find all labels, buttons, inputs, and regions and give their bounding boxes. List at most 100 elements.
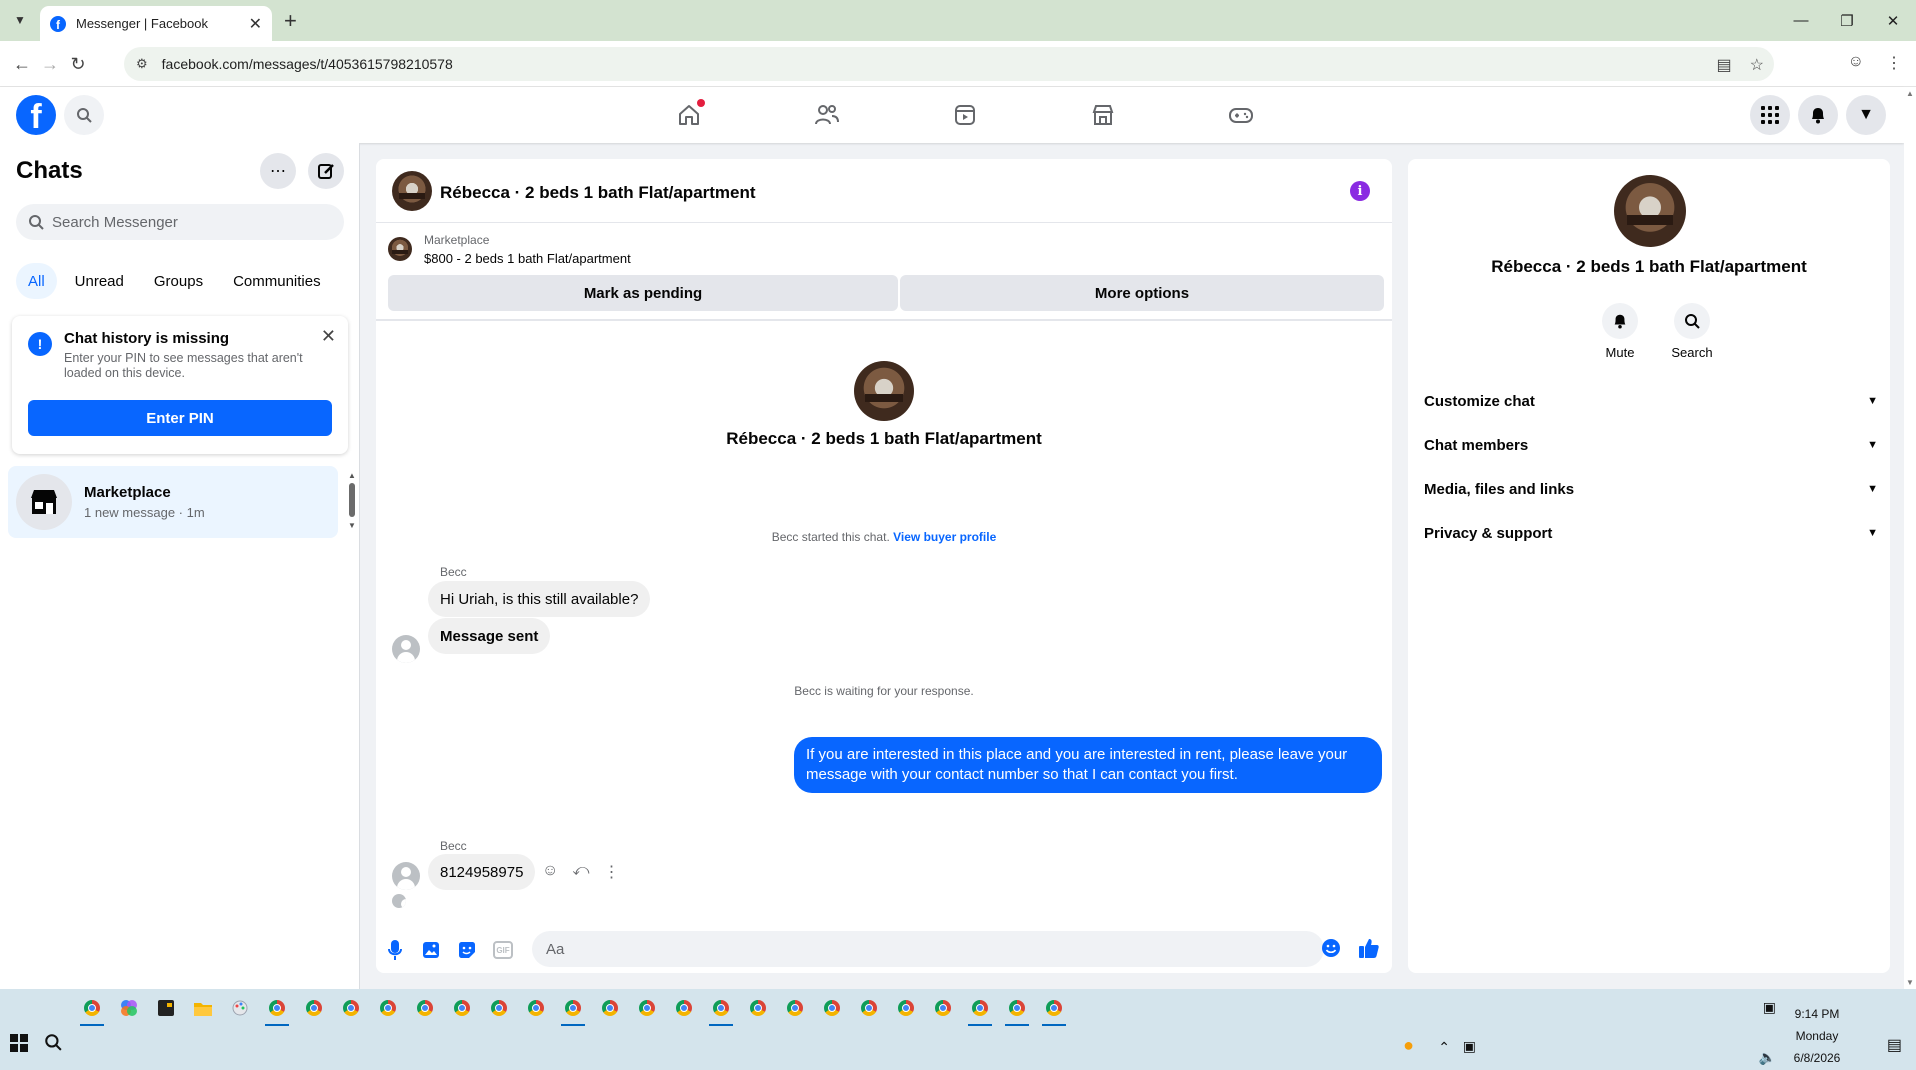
chrome-taskbar-icon[interactable]: [78, 993, 106, 1026]
marketplace-icon[interactable]: [1034, 87, 1172, 143]
chrome-taskbar-icon[interactable]: [559, 993, 587, 1026]
back-icon[interactable]: ←: [10, 52, 34, 76]
chrome-taskbar-icon[interactable]: [337, 993, 365, 1023]
paint-taskbar-icon[interactable]: [226, 993, 254, 1023]
mute-button[interactable]: Mute: [1590, 303, 1650, 360]
chrome-taskbar-icon[interactable]: [485, 993, 513, 1023]
more-actions-icon[interactable]: ⋮: [603, 862, 619, 882]
account-dropdown-icon[interactable]: ▼: [1846, 95, 1886, 135]
bookmark-star-icon[interactable]: ☆: [1750, 55, 1764, 75]
chrome-taskbar-icon[interactable]: [633, 993, 661, 1023]
weather-icon[interactable]: ●: [1403, 1035, 1414, 1056]
gif-icon[interactable]: GIF: [492, 939, 514, 961]
filter-groups[interactable]: Groups: [142, 263, 215, 299]
chrome-taskbar-icon[interactable]: [707, 993, 735, 1026]
gaming-icon[interactable]: [1172, 87, 1310, 143]
scroll-thumb[interactable]: [349, 483, 355, 517]
chrome-taskbar-icon[interactable]: [818, 993, 846, 1023]
home-icon[interactable]: [620, 87, 758, 143]
sender-avatar-icon[interactable]: [392, 862, 420, 890]
chrome-taskbar-icon[interactable]: [929, 993, 957, 1023]
sender-avatar-icon[interactable]: [392, 635, 420, 663]
listing-thumbnail[interactable]: [388, 237, 412, 261]
search-in-chat-button[interactable]: Search: [1662, 303, 1722, 360]
chrome-taskbar-icon[interactable]: [522, 993, 550, 1023]
chrome-taskbar-icon[interactable]: [892, 993, 920, 1023]
friends-icon[interactable]: [758, 87, 896, 143]
windows-start-icon[interactable]: [10, 1034, 28, 1057]
chrome-taskbar-icon[interactable]: [670, 993, 698, 1023]
chrome-taskbar-icon[interactable]: [855, 993, 883, 1023]
conversation-title[interactable]: Rébecca · 2 beds 1 bath Flat/apartment: [440, 183, 756, 203]
chrome-taskbar-icon[interactable]: [781, 993, 809, 1023]
like-thumbs-up-icon[interactable]: [1358, 937, 1380, 959]
chrome-taskbar-icon[interactable]: [1003, 993, 1031, 1026]
menu-grid-icon[interactable]: [1750, 95, 1790, 135]
facebook-search-icon[interactable]: [64, 95, 104, 135]
attach-image-icon[interactable]: [420, 939, 442, 961]
profile-icon[interactable]: ☺: [1848, 53, 1864, 73]
incoming-message[interactable]: 8124958975: [428, 854, 536, 890]
chrome-taskbar-icon[interactable]: [966, 993, 994, 1026]
restore-icon[interactable]: ❐: [1824, 0, 1870, 41]
omnibox[interactable]: ⚙ facebook.com/messages/t/40536157982105…: [124, 47, 1774, 81]
outgoing-message[interactable]: If you are interested in this place and …: [794, 737, 1382, 793]
react-emoji-icon[interactable]: ☺: [542, 862, 558, 882]
copilot-taskbar-icon[interactable]: [115, 993, 143, 1023]
privacy-support-section[interactable]: Privacy & support ▼: [1424, 511, 1878, 555]
more-options-button[interactable]: More options: [900, 275, 1384, 311]
chat-members-section[interactable]: Chat members ▼: [1424, 423, 1878, 467]
browser-tab[interactable]: f Messenger | Facebook ✕: [40, 6, 272, 41]
taskbar-clock[interactable]: 9:14 PM Monday 6/8/2026: [1772, 1003, 1862, 1069]
message-input[interactable]: [532, 931, 1324, 967]
page-scrollbar[interactable]: ▲ ▼: [1904, 87, 1916, 989]
incoming-message[interactable]: Message sent: [428, 618, 551, 654]
chrome-taskbar-icon[interactable]: [744, 993, 772, 1023]
scroll-down-icon[interactable]: ▼: [1906, 978, 1914, 987]
filter-communities[interactable]: Communities: [221, 263, 333, 299]
url-text[interactable]: facebook.com/messages/t/4053615798210578: [162, 56, 453, 72]
taskbar-search-icon[interactable]: [44, 1033, 62, 1056]
chrome-taskbar-icon[interactable]: [596, 993, 624, 1023]
mark-as-pending-button[interactable]: Mark as pending: [388, 275, 898, 311]
conversation-info-icon[interactable]: i: [1350, 181, 1370, 201]
conversation-avatar[interactable]: [392, 171, 432, 211]
network-icon[interactable]: ▣: [1463, 1038, 1476, 1055]
reload-icon[interactable]: ↻: [66, 52, 90, 76]
search-messenger-input[interactable]: [52, 213, 332, 231]
emoji-icon[interactable]: [1320, 937, 1342, 959]
chrome-taskbar-icon[interactable]: [448, 993, 476, 1023]
info-avatar[interactable]: [1614, 175, 1686, 247]
chat-list-item-marketplace[interactable]: Marketplace 1 new message · 1m: [8, 466, 338, 538]
enter-pin-button[interactable]: Enter PIN: [28, 400, 332, 436]
chats-options-icon[interactable]: ⋯: [260, 153, 296, 189]
media-files-links-section[interactable]: Media, files and links ▼: [1424, 467, 1878, 511]
chrome-taskbar-icon[interactable]: [300, 993, 328, 1023]
file-explorer-taskbar-icon[interactable]: [189, 993, 217, 1023]
close-window-icon[interactable]: ✕: [1870, 0, 1916, 41]
scroll-down-icon[interactable]: ▼: [348, 521, 356, 530]
forward-icon[interactable]: →: [38, 52, 62, 76]
reply-icon[interactable]: ⤺: [572, 862, 589, 882]
new-message-icon[interactable]: [308, 153, 344, 189]
customize-chat-section[interactable]: Customize chat ▼: [1424, 379, 1878, 423]
scroll-up-icon[interactable]: ▲: [1906, 89, 1914, 98]
chrome-taskbar-icon[interactable]: [374, 993, 402, 1023]
microphone-icon[interactable]: [384, 939, 406, 961]
terminal-taskbar-icon[interactable]: [152, 993, 180, 1023]
filter-all[interactable]: All: [16, 263, 57, 299]
browser-menu-icon[interactable]: ⋮: [1886, 53, 1902, 73]
tab-search-chevron-icon[interactable]: ▼: [8, 8, 32, 32]
new-tab-icon[interactable]: +: [284, 8, 297, 34]
chrome-taskbar-icon[interactable]: [263, 993, 291, 1026]
notification-center-icon[interactable]: ▤: [1887, 1035, 1902, 1055]
filter-unread[interactable]: Unread: [63, 263, 136, 299]
minimize-icon[interactable]: —: [1778, 0, 1824, 41]
facebook-logo-icon[interactable]: f: [16, 95, 56, 135]
scroll-up-icon[interactable]: ▲: [348, 471, 356, 480]
show-hidden-icons-icon[interactable]: ⌃: [1438, 1039, 1450, 1056]
chats-scrollbar[interactable]: ▲ ▼: [346, 471, 358, 531]
view-buyer-profile-link[interactable]: View buyer profile: [893, 530, 996, 544]
incoming-message[interactable]: Hi Uriah, is this still available?: [428, 581, 651, 617]
site-info-icon[interactable]: ⚙: [136, 56, 148, 72]
